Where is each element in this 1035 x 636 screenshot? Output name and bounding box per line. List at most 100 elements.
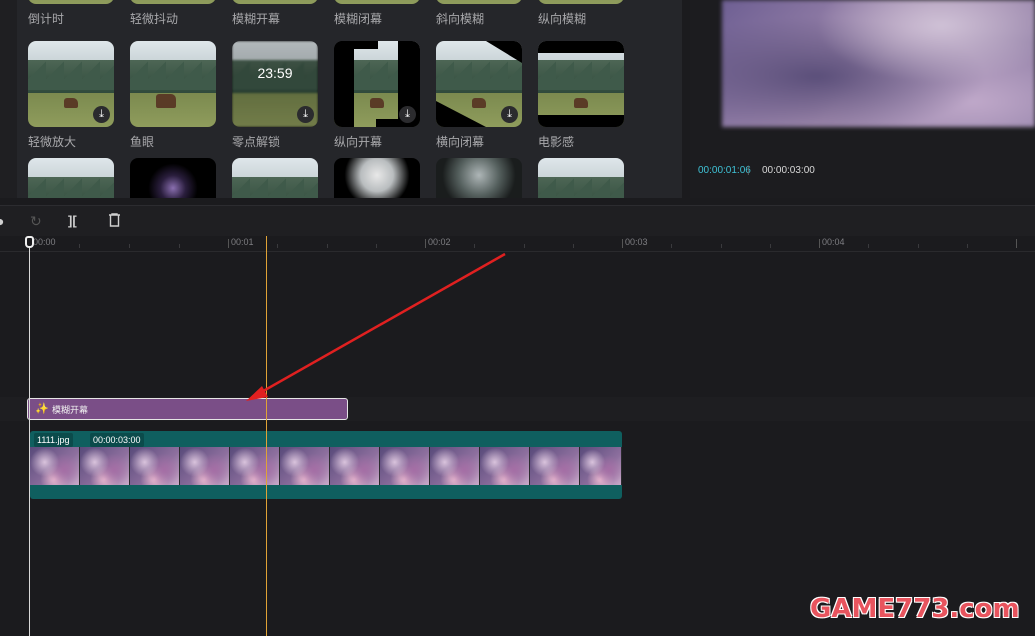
redo-icon[interactable]: ↻ xyxy=(30,213,42,230)
ruler-minor-tick xyxy=(918,244,919,248)
ruler-minor-tick xyxy=(868,244,869,248)
timeline-toolbar: ● ↻ ][ xyxy=(0,205,1035,236)
effect-slight-shake[interactable]: 轻微抖动 xyxy=(130,0,218,27)
effect-thumbnail: ⤓ xyxy=(334,41,420,127)
ruler-minor-tick xyxy=(277,244,278,248)
undo-icon[interactable]: ● xyxy=(0,213,4,229)
ruler-label: 00:02 xyxy=(428,237,451,247)
video-clip[interactable]: 1111.jpg 00:00:03:00 xyxy=(30,431,622,499)
effect-thumbnail xyxy=(538,0,624,4)
effect-thumbnail: ⤓ xyxy=(436,41,522,127)
ruler-minor-tick xyxy=(474,244,475,248)
start-marker-handle[interactable] xyxy=(25,236,34,248)
effect-thumbnail xyxy=(130,0,216,4)
effect-label: 倒计时 xyxy=(28,12,65,26)
effect-thumbnail xyxy=(232,158,318,198)
effect-clip-label: 模糊开幕 xyxy=(52,405,89,415)
effect-thumbnail xyxy=(130,41,216,127)
effect-label: 轻微放大 xyxy=(28,135,77,149)
effect-label: 斜向模糊 xyxy=(436,12,485,26)
ruler-tick xyxy=(228,239,229,248)
watermark-logo: GAME773.com xyxy=(810,594,1020,624)
effect-thumbnail-row3[interactable] xyxy=(232,158,320,198)
effect-slight-zoom[interactable]: ⤓ 轻微放大 xyxy=(28,41,116,150)
clip-frame xyxy=(380,447,430,485)
effect-clip[interactable]: ✨ 模糊开幕 xyxy=(27,398,348,420)
effect-thumbnail-row3[interactable] xyxy=(538,158,626,198)
ruler-label: 00:01 xyxy=(231,237,254,247)
effect-blur-close[interactable]: ⤓ 模糊闭幕 xyxy=(334,0,422,27)
ruler-minor-tick xyxy=(770,244,771,248)
effect-label: 横向闭幕 xyxy=(436,135,485,149)
download-icon[interactable]: ⤓ xyxy=(399,106,416,123)
preview-screen xyxy=(722,0,1035,127)
ruler-tick xyxy=(622,239,623,248)
clip-frame xyxy=(330,447,380,485)
effect-countdown[interactable]: 倒计时 xyxy=(28,0,116,27)
download-icon[interactable]: ⤓ xyxy=(297,106,314,123)
effects-panel: 倒计时 轻微抖动 模糊开幕 ⤓ 模糊闭幕 ⤓ 斜向模糊 纵向模糊 ⤓ xyxy=(0,0,682,198)
effect-thumbnail: 23:59 ⤓ xyxy=(232,41,318,127)
ruler-tick xyxy=(1016,239,1017,248)
effect-label: 纵向开幕 xyxy=(334,135,383,149)
effect-vertical-open[interactable]: ⤓ 纵向开幕 xyxy=(334,41,422,150)
effect-label: 纵向模糊 xyxy=(538,12,587,26)
ruler-tick xyxy=(425,239,426,248)
time-separator: | xyxy=(747,165,750,176)
effect-label: 模糊开幕 xyxy=(232,12,281,26)
ruler-minor-tick xyxy=(79,244,80,248)
clip-frame xyxy=(430,447,480,485)
ruler-minor-tick xyxy=(129,244,130,248)
effect-thumbnail: ⤓ xyxy=(436,0,522,4)
time-ruler[interactable]: 00:00 00:01 00:02 00:03 00:04 xyxy=(0,236,1035,252)
effect-thumbnail xyxy=(436,158,522,198)
effect-thumbnail xyxy=(538,41,624,127)
timeline-area[interactable]: ✨ 模糊开幕 1111.jpg 00:00:03:00 xyxy=(0,252,1035,636)
total-time: 00:00:03:00 xyxy=(762,165,815,176)
current-time: 00:00:01:06 xyxy=(698,165,751,176)
effect-fisheye[interactable]: 鱼眼 xyxy=(130,41,218,150)
clip-frames xyxy=(30,447,622,485)
preview-panel: 00:00:01:06 | 00:00:03:00 xyxy=(690,0,1035,198)
clip-frame xyxy=(280,447,330,485)
download-icon[interactable]: ⤓ xyxy=(501,106,518,123)
lock-clock-text: 23:59 xyxy=(257,65,293,81)
ruler-label: 00:00 xyxy=(33,237,56,247)
download-icon[interactable]: ⤓ xyxy=(93,106,110,123)
effect-thumbnail-row3[interactable] xyxy=(334,158,422,198)
effect-thumbnail xyxy=(334,158,420,198)
clip-frame xyxy=(30,447,80,485)
ruler-label: 00:03 xyxy=(625,237,648,247)
effect-thumbnail-row3[interactable] xyxy=(130,158,218,198)
effect-label: 鱼眼 xyxy=(130,135,155,149)
effect-label: 电影感 xyxy=(538,135,575,149)
clip-frame xyxy=(180,447,230,485)
effect-vertical-blur[interactable]: 纵向模糊 xyxy=(538,0,626,27)
start-marker-line xyxy=(29,236,30,636)
clip-frame xyxy=(230,447,280,485)
clip-frame xyxy=(530,447,580,485)
ruler-tick xyxy=(819,239,820,248)
delete-icon[interactable] xyxy=(108,213,121,230)
effect-horizontal-close[interactable]: ⤓ 横向闭幕 xyxy=(436,41,524,150)
editor-window: 倒计时 轻微抖动 模糊开幕 ⤓ 模糊闭幕 ⤓ 斜向模糊 纵向模糊 ⤓ xyxy=(0,0,1035,636)
effect-thumbnail xyxy=(28,0,114,4)
ruler-minor-tick xyxy=(524,244,525,248)
effect-midnight-unlock[interactable]: 23:59 ⤓ 零点解锁 xyxy=(232,41,320,150)
effect-blur-open[interactable]: 模糊开幕 xyxy=(232,0,320,27)
effect-diagonal-blur[interactable]: ⤓ 斜向模糊 xyxy=(436,0,524,27)
effect-label: 零点解锁 xyxy=(232,135,281,149)
playhead[interactable] xyxy=(266,236,267,636)
ruler-minor-tick xyxy=(671,244,672,248)
ruler-minor-tick xyxy=(327,244,328,248)
effect-sparkle-icon: ✨ xyxy=(35,403,49,415)
effect-thumbnail xyxy=(130,158,216,198)
clip-frame xyxy=(130,447,180,485)
effect-label: 模糊闭幕 xyxy=(334,12,383,26)
effect-thumbnail-row3[interactable] xyxy=(436,158,524,198)
effect-thumbnail-row3[interactable] xyxy=(28,158,116,198)
effect-cinematic[interactable]: 电影感 xyxy=(538,41,626,150)
split-icon[interactable]: ][ xyxy=(68,213,77,228)
effect-thumbnail: ⤓ xyxy=(334,0,420,4)
ruler-label: 00:04 xyxy=(822,237,845,247)
